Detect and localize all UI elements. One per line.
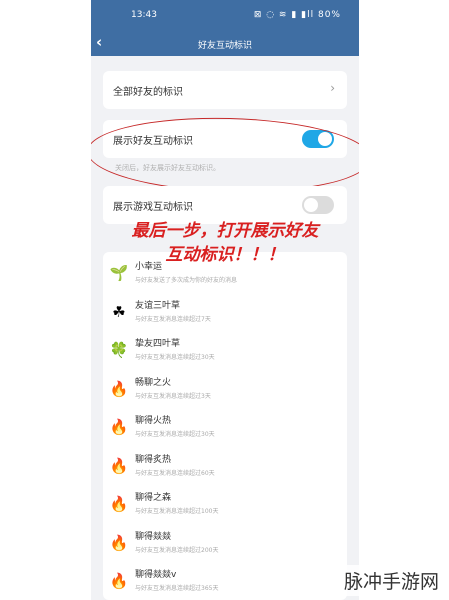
badge-name: 友谊三叶草 (135, 300, 181, 311)
badge-name: 聊得之森 (135, 493, 172, 503)
nav-bar: ‹ 好友互动标识 (91, 30, 359, 56)
badge-name: 聊得燚燚 (135, 531, 172, 542)
badge-description: 与好友互发消息连续超过30天 (135, 431, 215, 438)
show-game-badges-toggle[interactable] (302, 196, 334, 214)
badge-description: 与好友互发消息连续超过100天 (135, 508, 219, 515)
page-title: 好友互动标识 (197, 41, 252, 51)
flame-icon: 🔥 (109, 418, 129, 436)
toggle-knob (304, 198, 318, 212)
status-indicator-icons: ⊠ ◌ ≋ ▮ ▮ll (253, 10, 315, 20)
list-item: 🔥 畅聊之火与好友互发消息连续超过3天 (103, 371, 347, 409)
list-item: 🔥 聊得炙热与好友互发消息连续超过60天 (103, 448, 347, 486)
three-leaf-clover-icon: ☘ (112, 302, 126, 321)
four-leaf-clover-icon: 🍀 (109, 341, 129, 359)
badge-description: 与好友互发消息连续超过200天 (135, 546, 219, 554)
badge-description: 与好友互发消息连续超过3天 (135, 392, 211, 400)
purple-flame-icon: 🔥 (109, 572, 129, 590)
chevron-right-icon: › (330, 81, 335, 95)
all-friends-badges-label: 全部好友的标识 (113, 87, 183, 98)
list-item: 🔥 聊得燚燚与好友互发消息连续超过200天 (103, 525, 347, 563)
small-flame-icon: 🔥 (109, 379, 129, 398)
badge-description: 与好友互发消息连续超过60天 (135, 469, 215, 477)
list-item: 🌱 小幸运与好友发送了多次成为你的好友的消息 (103, 255, 347, 293)
badge-name: 聊得炙热 (135, 454, 172, 465)
flame-forest-icon: 🔥 (109, 495, 129, 513)
site-watermark: 脉冲手游网 (339, 565, 443, 596)
badge-description: 与好友互发消息连续超过7天 (135, 315, 211, 323)
status-icons: ⊠ ◌ ≋ ▮ ▮ll 80% (254, 10, 341, 20)
all-friends-badges-row[interactable]: 全部好友的标识 › (103, 71, 347, 109)
blazing-flame-icon: 🔥 (109, 533, 129, 552)
badge-name: 小幸运 (135, 262, 163, 272)
list-item: 🔥 聊得燚燚v 与好友互发消息连续超过365天 (103, 563, 347, 600)
show-game-badges-label: 展示游戏互动标识 (113, 202, 193, 213)
list-item: 🔥 聊得火热与好友互发消息连续超过30天 (103, 409, 347, 447)
badge-description: 与好友发送了多次成为你的好友的消息 (135, 277, 238, 284)
status-bar: 13:43 ⊠ ◌ ≋ ▮ ▮ll 80% (91, 0, 359, 30)
badge-name: 畅聊之火 (135, 377, 172, 388)
hot-flame-icon: 🔥 (109, 456, 129, 475)
list-item: 🍀 挚友四叶草与好友互发消息连续超过30天 (103, 332, 347, 370)
phone-screen: 13:43 ⊠ ◌ ≋ ▮ ▮ll 80% ‹ 好友互动标识 全部好友的标识 ›… (91, 0, 359, 600)
badge-description: 与好友互发消息连续超过30天 (135, 354, 215, 361)
status-time: 13:43 (131, 10, 157, 20)
list-item: ☘ 友谊三叶草与好友互发消息连续超过7天 (103, 294, 347, 332)
list-item: 🔥 聊得之森与好友互发消息连续超过100天 (103, 486, 347, 524)
battery-level: 80% (317, 10, 341, 20)
badge-name: 挚友四叶草 (135, 339, 181, 349)
badge-name: 聊得火热 (135, 416, 172, 426)
badge-name: 聊得燚燚v (135, 570, 177, 580)
annotation-line-1: 最后一步，打开展示好友 (131, 221, 319, 241)
sprout-icon: 🌱 (109, 264, 129, 282)
badge-description: 与好友互发消息连续超过365天 (135, 585, 219, 592)
